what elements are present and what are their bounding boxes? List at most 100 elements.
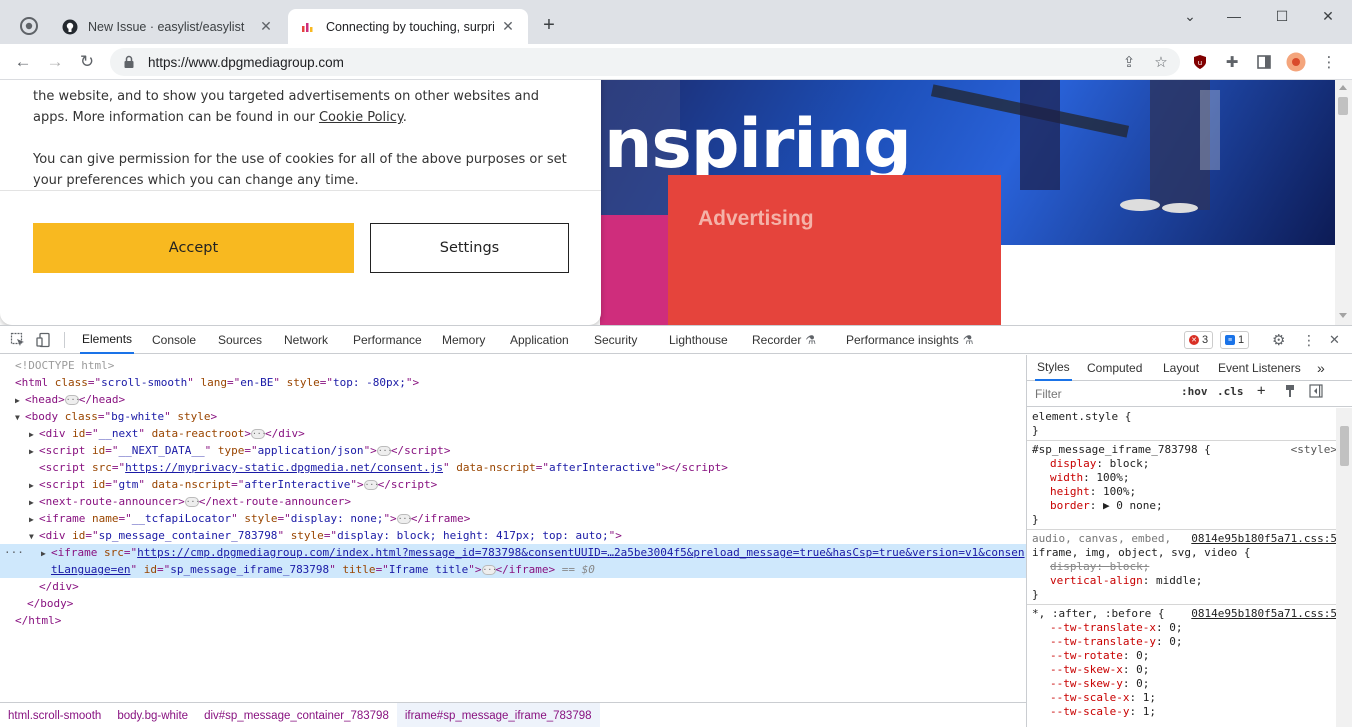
- style-rule-iframe-id[interactable]: #sp_message_iframe_783798 {<style> displ…: [1027, 441, 1337, 530]
- minimize-button[interactable]: —: [1210, 4, 1258, 28]
- ellipsis-icon[interactable]: ···: [396, 514, 412, 524]
- forward-icon[interactable]: →: [43, 50, 67, 74]
- tab-recorder[interactable]: Recorder ⚗: [750, 326, 818, 354]
- scroll-thumb[interactable]: [1338, 97, 1348, 115]
- scroll-thumb[interactable]: [1340, 426, 1349, 466]
- dom-node-iframe-sp-selected[interactable]: ··· ▶ <iframe src="https://cmp.dpgmediagro…: [0, 544, 1026, 561]
- style-rule-universal[interactable]: *, :after, :before {0814e95b180f5a71.css…: [1027, 605, 1337, 721]
- dom-node-script-gtm[interactable]: ▶ <script id="gtm" data-nscript="afterInt…: [0, 476, 1026, 493]
- toggle-sidebar-icon[interactable]: [1309, 384, 1323, 401]
- dom-node-iframe-sp-continued[interactable]: tLanguage=en" id="sp_message_iframe_7837…: [0, 561, 1026, 578]
- bookmark-star-icon[interactable]: ☆: [1151, 52, 1171, 72]
- dom-node-body-close[interactable]: </body>: [0, 595, 1026, 612]
- page-scrollbar[interactable]: [1335, 80, 1352, 325]
- iframe-src-link-cont[interactable]: tLanguage=en: [51, 563, 130, 576]
- declaration[interactable]: --tw-skew-x: 0;: [1032, 663, 1337, 677]
- tab-memory[interactable]: Memory: [440, 326, 487, 354]
- iframe-src-link[interactable]: https://cmp.dpgmediagroup.com/index.html…: [137, 546, 1024, 559]
- dom-node-html-close[interactable]: </html>: [0, 612, 1026, 629]
- new-tab-button[interactable]: +: [538, 14, 560, 36]
- declaration[interactable]: --tw-translate-y: 0;: [1032, 635, 1337, 649]
- tab-computed[interactable]: Computed: [1085, 355, 1144, 381]
- chrome-icon[interactable]: [20, 17, 38, 35]
- errors-badge[interactable]: ✕ 3: [1184, 331, 1214, 349]
- new-rule-icon[interactable]: +: [1257, 383, 1265, 399]
- tab-security[interactable]: Security: [592, 326, 639, 354]
- hov-toggle[interactable]: :hov: [1181, 385, 1208, 398]
- settings-button[interactable]: Settings: [370, 223, 569, 273]
- rule-source-link[interactable]: 0814e95b180f5a71.css:5: [1191, 607, 1337, 621]
- scroll-down-icon[interactable]: [1339, 313, 1347, 318]
- declaration-overridden[interactable]: display: block;: [1032, 560, 1337, 574]
- address-bar[interactable]: https://www.dpgmediagroup.com: [110, 48, 1180, 76]
- breadcrumb-item-current[interactable]: iframe#sp_message_iframe_783798: [396, 702, 600, 727]
- tab-dpg-media[interactable]: Connecting by touching, surprising ✕: [288, 9, 528, 44]
- device-toolbar-icon[interactable]: [36, 332, 52, 348]
- tab-search-icon[interactable]: ⌄: [1166, 4, 1214, 28]
- dom-node-div-next[interactable]: ▶ <div id="__next" data-reactroot>···</di…: [0, 425, 1026, 442]
- dom-node-script-next-data[interactable]: ▶ <script id="__NEXT_DATA__" type="applic…: [0, 442, 1026, 459]
- filter-input[interactable]: [1031, 384, 1171, 404]
- tab-lighthouse[interactable]: Lighthouse: [667, 326, 730, 354]
- ellipsis-icon[interactable]: ···: [184, 497, 200, 507]
- ublock-icon[interactable]: u: [1190, 52, 1210, 72]
- ellipsis-icon[interactable]: ···: [376, 446, 392, 456]
- back-icon[interactable]: ←: [11, 50, 35, 74]
- close-icon[interactable]: ✕: [258, 18, 274, 35]
- tab-console[interactable]: Console: [150, 326, 198, 354]
- dom-node-body[interactable]: ▼ <body class="bg-white" style>: [0, 408, 1026, 425]
- devtools-menu-icon[interactable]: ⋮: [1300, 326, 1318, 354]
- more-tabs-icon[interactable]: »: [1315, 355, 1327, 381]
- dom-node-head[interactable]: ▶ <head>···</head>: [0, 391, 1026, 408]
- declaration[interactable]: --tw-scale-x: 1;: [1032, 691, 1337, 705]
- tab-new-issue[interactable]: New Issue · easylist/easylist ✕: [50, 9, 286, 44]
- advertising-label[interactable]: Advertising: [698, 207, 814, 231]
- declaration[interactable]: width: 100%;: [1032, 471, 1337, 485]
- declaration[interactable]: height: 100%;: [1032, 485, 1337, 499]
- collapse-triangle-icon[interactable]: ▼: [15, 409, 25, 426]
- expand-triangle-icon[interactable]: ▶: [15, 392, 25, 409]
- expand-triangle-icon[interactable]: ▶: [29, 443, 39, 460]
- advertising-block[interactable]: [668, 175, 1001, 325]
- dom-node-iframe-locator[interactable]: ▶ <iframe name="__tcfapiLocator" style="d…: [0, 510, 1026, 527]
- avatar[interactable]: [1286, 52, 1306, 72]
- declaration[interactable]: --tw-skew-y: 0;: [1032, 677, 1337, 691]
- dom-node-html[interactable]: <html class="scroll-smooth" lang="en-BE"…: [0, 374, 1026, 391]
- expand-triangle-icon[interactable]: ▶: [29, 477, 39, 494]
- ellipsis-icon[interactable]: ···: [481, 565, 497, 575]
- expand-triangle-icon[interactable]: ▶: [41, 545, 51, 562]
- extensions-icon[interactable]: ✚: [1222, 52, 1242, 72]
- breadcrumb-item[interactable]: body.bg-white: [109, 703, 196, 727]
- tab-performance-insights[interactable]: Performance insights ⚗: [844, 326, 975, 354]
- expand-triangle-icon[interactable]: ▶: [29, 511, 39, 528]
- side-panel-icon[interactable]: [1254, 52, 1274, 72]
- scroll-up-icon[interactable]: [1339, 85, 1347, 90]
- close-icon[interactable]: ✕: [500, 18, 516, 35]
- declaration[interactable]: --tw-scale-y: 1;: [1032, 705, 1337, 719]
- share-icon[interactable]: ⇪: [1119, 52, 1139, 72]
- close-devtools-icon[interactable]: ✕: [1327, 326, 1342, 354]
- dom-node-doctype[interactable]: <!DOCTYPE html>: [0, 357, 1026, 374]
- tab-sources[interactable]: Sources: [216, 326, 264, 354]
- expand-triangle-icon[interactable]: ▶: [29, 494, 39, 511]
- close-window-button[interactable]: ✕: [1304, 4, 1352, 28]
- declaration[interactable]: display: block;: [1032, 457, 1337, 471]
- more-dots-icon[interactable]: ···: [4, 544, 24, 561]
- ellipsis-icon[interactable]: ···: [64, 395, 80, 405]
- gear-icon[interactable]: ⚙: [1270, 326, 1287, 354]
- styles-scrollbar[interactable]: [1336, 408, 1352, 727]
- tab-event-listeners[interactable]: Event Listeners: [1216, 355, 1303, 381]
- declaration[interactable]: --tw-translate-x: 0;: [1032, 621, 1337, 635]
- tab-network[interactable]: Network: [282, 326, 330, 354]
- dom-node-div-sp-container[interactable]: ▼ <div id="sp_message_container_783798" s…: [0, 527, 1026, 544]
- cookie-policy-link[interactable]: Cookie Policy: [319, 110, 403, 125]
- expand-triangle-icon[interactable]: ▶: [29, 426, 39, 443]
- tab-layout[interactable]: Layout: [1161, 355, 1201, 381]
- paint-brush-icon[interactable]: [1283, 384, 1297, 401]
- rule-source-link[interactable]: 0814e95b180f5a71.css:5: [1191, 532, 1337, 546]
- style-rule-element[interactable]: element.style { }: [1027, 408, 1337, 441]
- ellipsis-icon[interactable]: ···: [250, 429, 266, 439]
- tab-performance[interactable]: Performance: [351, 326, 424, 354]
- tab-elements[interactable]: Elements: [80, 326, 135, 354]
- tab-styles[interactable]: Styles: [1035, 355, 1072, 381]
